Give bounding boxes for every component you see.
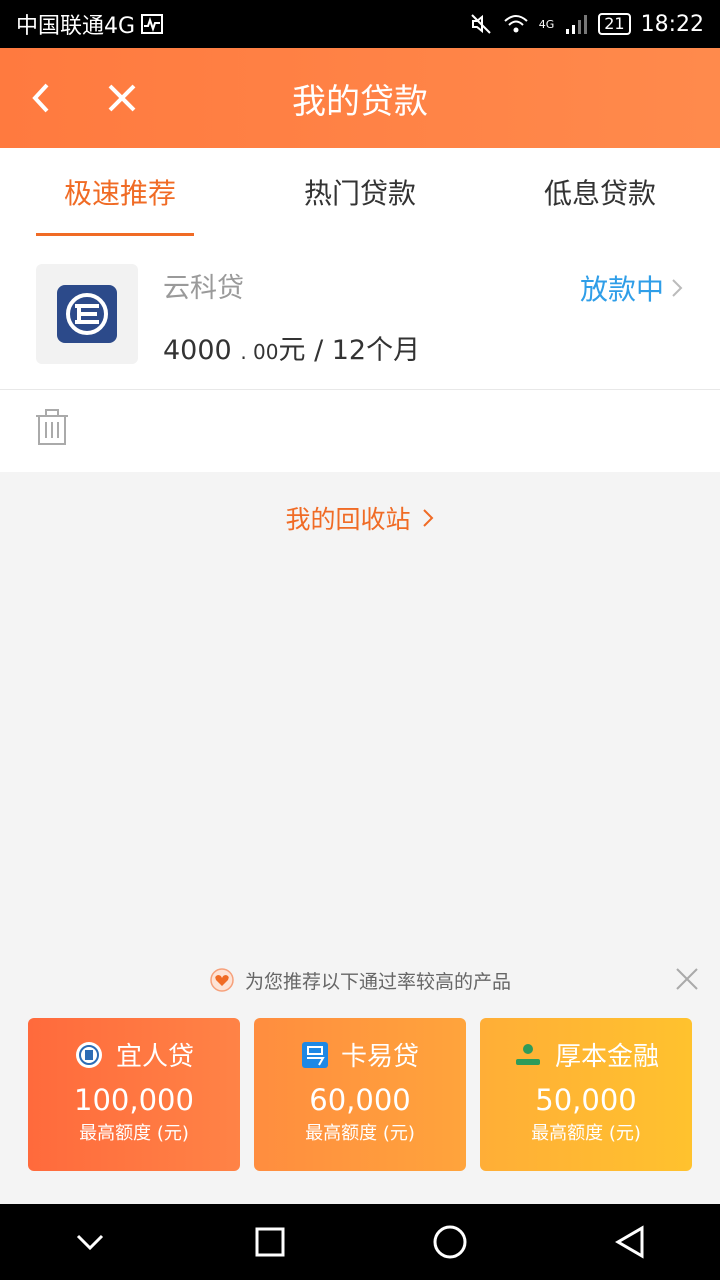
kayidai-logo-icon — [301, 1041, 328, 1068]
recommend-header-text: 为您推荐以下通过率较高的产品 — [244, 970, 511, 993]
heart-icon — [210, 968, 234, 992]
chevron-right-icon — [422, 509, 433, 527]
system-nav-bar — [0, 1204, 720, 1280]
recents-button[interactable] — [240, 1212, 300, 1272]
recommend-card-name: 宜人贷 — [115, 1042, 194, 1072]
recommend-card-label: 最高额度 (元) — [531, 1123, 641, 1144]
status-bar: 中国联通4G 4G 21 18:22 — [0, 0, 720, 48]
tab-bar: 极速推荐 热门贷款 低息贷款 — [0, 148, 720, 236]
loan-card[interactable]: 云科贷 4000 . 00元 / 12个月 放款中 — [0, 236, 720, 390]
recycle-bin-link[interactable]: 我的回收站 — [0, 500, 720, 536]
carrier-label: 中国联通4G — [16, 14, 136, 39]
trash-icon — [36, 409, 68, 445]
mute-icon — [470, 14, 491, 34]
loan-amount-decimal: . 00 — [240, 340, 279, 364]
loan-amount-suffix: 元 / 12个月 — [278, 335, 421, 366]
loan-amount-integer: 4000 — [163, 335, 232, 366]
houben-logo-icon — [515, 1043, 540, 1065]
tab-label: 热门贷款 — [303, 177, 416, 210]
yunkedai-logo-icon — [57, 285, 117, 343]
loan-action-row — [0, 390, 720, 472]
circle-icon — [433, 1225, 467, 1259]
back-button[interactable] — [14, 70, 70, 126]
yirendai-logo-icon — [75, 1041, 102, 1068]
recommend-card-name: 卡易贷 — [340, 1042, 419, 1072]
app-bar: 我的贷款 — [0, 48, 720, 148]
recycle-bin-label: 我的回收站 — [285, 505, 411, 534]
loan-name: 云科贷 — [163, 273, 244, 304]
recommend-card-label: 最高额度 (元) — [79, 1123, 189, 1144]
chevron-left-icon — [32, 83, 49, 113]
battery-indicator: 21 — [598, 13, 631, 35]
recommend-card-amount: 50,000 — [535, 1083, 637, 1117]
loan-status-link[interactable]: 放款中 — [580, 268, 684, 308]
tab-label: 低息贷款 — [543, 177, 656, 210]
recommend-card-name: 厚本金融 — [554, 1042, 659, 1072]
loan-amount: 4000 . 00元 / 12个月 — [163, 328, 420, 367]
recommend-card-label: 最高额度 (元) — [305, 1123, 415, 1144]
loan-status-label: 放款中 — [579, 273, 664, 306]
hide-nav-button[interactable] — [60, 1212, 120, 1272]
recommend-card-houben[interactable]: 厚本金融 50,000 最高额度 (元) — [480, 1018, 692, 1171]
close-button[interactable] — [94, 70, 150, 126]
close-icon — [108, 84, 136, 112]
triangle-back-icon — [615, 1225, 644, 1259]
back-nav-button[interactable] — [600, 1212, 660, 1272]
clock: 18:22 — [640, 11, 704, 37]
signal-icon — [566, 15, 588, 34]
recommend-header: 为您推荐以下通过率较高的产品 — [0, 960, 720, 1000]
recommend-card-yirendai[interactable]: 宜人贷 100,000 最高额度 (元) — [28, 1018, 240, 1171]
activity-icon — [141, 14, 164, 34]
loan-logo — [36, 264, 138, 364]
chevron-right-icon — [672, 279, 683, 297]
recommend-card-amount: 100,000 — [74, 1083, 194, 1117]
tab-label: 极速推荐 — [63, 177, 176, 210]
tab-hot-loans[interactable]: 热门贷款 — [240, 148, 480, 236]
tab-low-interest[interactable]: 低息贷款 — [480, 148, 720, 236]
recommend-cards: 宜人贷 100,000 最高额度 (元) 卡易贷 60,000 最高额度 (元)… — [28, 1018, 692, 1171]
tab-fast-recommend[interactable]: 极速推荐 — [0, 148, 240, 236]
recommend-card-amount: 60,000 — [309, 1083, 411, 1117]
recommend-close-button[interactable] — [674, 966, 700, 992]
network-type: 4G — [538, 17, 555, 31]
delete-button[interactable] — [34, 408, 70, 450]
close-icon — [676, 968, 698, 990]
recommend-card-kayidai[interactable]: 卡易贷 60,000 最高额度 (元) — [254, 1018, 466, 1171]
square-icon — [255, 1227, 285, 1257]
chevron-down-icon — [76, 1234, 104, 1251]
wifi-icon — [504, 15, 528, 33]
home-button[interactable] — [420, 1212, 480, 1272]
